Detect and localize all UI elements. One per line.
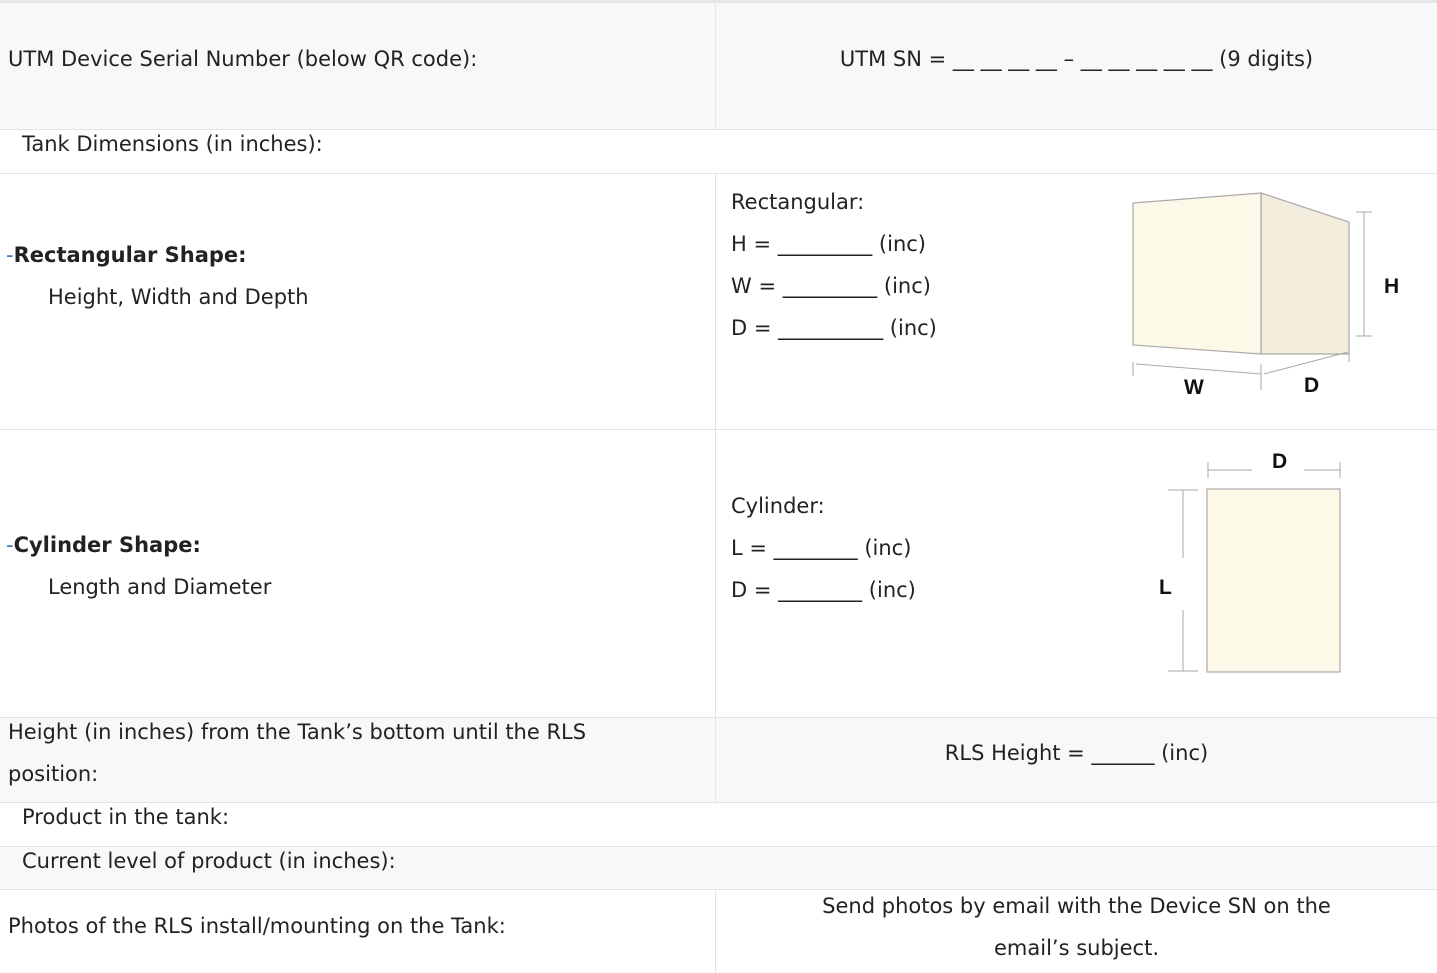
diameter-field[interactable]: D = ________ (inc): [731, 580, 916, 601]
rls-height-field[interactable]: RLS Height = ______ (inc): [716, 743, 1437, 764]
serial-number-label: UTM Device Serial Number (below QR code)…: [8, 47, 478, 71]
current-level-label: Current level of product (in inches):: [22, 849, 396, 873]
cylinder-body: [1206, 488, 1341, 673]
rectangular-subtitle: Height, Width and Depth: [48, 285, 309, 309]
product-label: Product in the tank:: [22, 805, 230, 829]
box-side-face: [1260, 192, 1350, 355]
label-d: D: [1272, 450, 1287, 473]
rectangular-tank-diagram: H W D: [1132, 192, 1399, 399]
current-level-row: Current level of product (in inches):: [0, 847, 1437, 890]
rectangular-form-cell: Rectangular: H = _________ (inc) W = ___…: [715, 174, 1437, 429]
label-w: W: [1184, 376, 1204, 399]
cylinder-tank-diagram: D L: [1159, 450, 1341, 673]
rectangular-title: -Rectangular Shape:: [6, 245, 247, 266]
depth-dimension-line: [1263, 351, 1349, 375]
photos-label-cell: Photos of the RLS install/mounting on th…: [0, 890, 715, 973]
label-d: D: [1304, 374, 1319, 397]
label-l: L: [1159, 576, 1172, 599]
cylinder-form-title: Cylinder:: [731, 494, 825, 518]
photos-value-cell: Send photos by email with the Device SN …: [715, 890, 1437, 973]
bullet-marker: -: [6, 243, 14, 267]
rls-height-label-line2: position:: [8, 762, 99, 786]
rls-height-value-cell[interactable]: RLS Height = ______ (inc): [715, 718, 1437, 802]
photos-instruction-line2: email’s subject.: [994, 936, 1159, 960]
length-field[interactable]: L = ________ (inc): [731, 538, 911, 559]
serial-number-field[interactable]: UTM SN = __ __ __ __ – __ __ __ __ __ (9…: [716, 49, 1437, 70]
photos-row: Photos of the RLS install/mounting on th…: [0, 890, 1437, 973]
tank-dimensions-row: Tank Dimensions (in inches):: [0, 130, 1437, 174]
serial-number-row: UTM Device Serial Number (below QR code)…: [0, 3, 1437, 130]
cylinder-title-text: Cylinder Shape:: [13, 533, 201, 557]
rls-height-label-line1: Height (in inches) from the Tank’s botto…: [8, 720, 587, 744]
label-h: H: [1384, 275, 1399, 298]
cylinder-title: -Cylinder Shape:: [6, 535, 201, 556]
tank-dimensions-label: Tank Dimensions (in inches):: [22, 132, 323, 156]
rectangular-title-text: Rectangular Shape:: [13, 243, 247, 267]
rls-height-label-cell: Height (in inches) from the Tank’s botto…: [0, 718, 715, 802]
box-front-face: [1132, 192, 1262, 355]
cylinder-row: -Cylinder Shape: Length and Diameter Cyl…: [0, 430, 1437, 718]
cylinder-form-cell: Cylinder: L = ________ (inc) D = _______…: [715, 430, 1437, 717]
photos-label: Photos of the RLS install/mounting on th…: [8, 914, 506, 938]
rectangular-row: -Rectangular Shape: Height, Width and De…: [0, 174, 1437, 430]
rls-height-row: Height (in inches) from the Tank’s botto…: [0, 718, 1437, 803]
rectangular-form-title: Rectangular:: [731, 190, 865, 214]
width-field[interactable]: W = _________ (inc): [731, 276, 931, 297]
serial-number-value-cell[interactable]: UTM SN = __ __ __ __ – __ __ __ __ __ (9…: [715, 3, 1437, 129]
photos-instruction-line1: Send photos by email with the Device SN …: [822, 894, 1331, 918]
height-field[interactable]: H = _________ (inc): [731, 234, 926, 255]
rectangular-label-cell: -Rectangular Shape: Height, Width and De…: [0, 174, 715, 429]
cylinder-label-cell: -Cylinder Shape: Length and Diameter: [0, 430, 715, 717]
depth-field[interactable]: D = __________ (inc): [731, 318, 937, 339]
cylinder-subtitle: Length and Diameter: [48, 575, 272, 599]
bullet-marker: -: [6, 533, 14, 557]
serial-number-label-cell: UTM Device Serial Number (below QR code)…: [0, 3, 715, 129]
width-dimension-line: [1135, 363, 1262, 375]
product-row: Product in the tank:: [0, 803, 1437, 847]
